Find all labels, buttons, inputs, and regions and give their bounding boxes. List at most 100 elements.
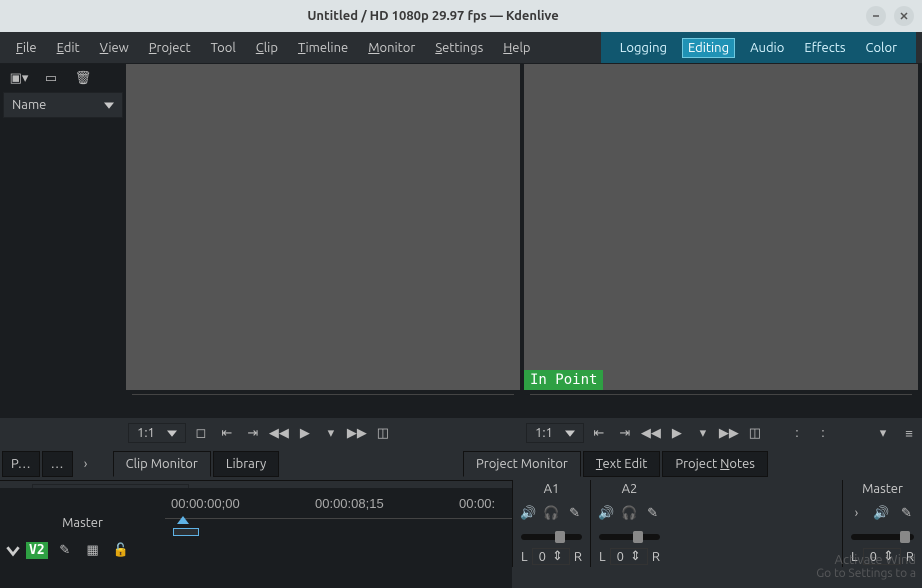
folder-icon[interactable]: ▭ xyxy=(40,67,62,89)
minimize-button[interactable] xyxy=(866,6,886,26)
monitors-wrap: In Point xyxy=(126,64,922,390)
crop-icon[interactable]: ◫ xyxy=(744,422,766,444)
tab-p[interactable]: P… xyxy=(2,451,40,477)
effects-icon[interactable]: ✎ xyxy=(564,502,586,524)
balance-l: L xyxy=(521,550,528,564)
master-label[interactable]: Master xyxy=(0,510,165,536)
volume-icon[interactable]: 🔊 xyxy=(595,502,617,524)
rewind-icon[interactable]: ◀◀ xyxy=(268,422,290,444)
project-monitor-ruler[interactable] xyxy=(524,390,922,418)
mode-audio[interactable]: Audio xyxy=(745,39,789,57)
tab-text-edit[interactable]: Text Edit xyxy=(583,451,661,477)
zoom-label: 1:1 xyxy=(535,426,553,440)
volume-icon[interactable]: 🔊 xyxy=(517,502,539,524)
prev-keyframe-icon[interactable]: ⇤ xyxy=(588,422,610,444)
volume-icon[interactable]: 🔊 xyxy=(872,502,891,524)
channel-slider[interactable] xyxy=(599,534,660,540)
menu-file[interactable]: File xyxy=(6,37,47,59)
balance-l: L xyxy=(599,550,606,564)
prev-keyframe-icon[interactable]: ⇤ xyxy=(216,422,238,444)
fast-forward-icon[interactable]: ▶▶ xyxy=(718,422,740,444)
effects-icon[interactable]: ✎ xyxy=(54,539,76,561)
channel-label: A2 xyxy=(591,480,668,498)
menu-clip[interactable]: Clip xyxy=(246,37,288,59)
effects-icon[interactable]: ✎ xyxy=(897,502,916,524)
track-headers: Master V2 ✎ ▦ 🔓 xyxy=(0,488,165,588)
headphones-icon[interactable]: 🎧 xyxy=(618,502,640,524)
headphones-icon[interactable]: 🎧 xyxy=(540,502,562,524)
mode-effects[interactable]: Effects xyxy=(799,39,850,57)
effects-icon[interactable]: ✎ xyxy=(642,502,664,524)
tab-library[interactable]: Library xyxy=(213,451,279,477)
marker-icon[interactable]: : xyxy=(812,422,834,444)
menu-project[interactable]: Project xyxy=(139,37,201,59)
marker-icon[interactable]: : xyxy=(786,422,808,444)
clip-monitor-ruler[interactable] xyxy=(126,390,524,418)
audio-channel-a2: A2 🔊 🎧 ✎ L 0⇕ R xyxy=(590,480,668,567)
channel-slider[interactable] xyxy=(851,534,914,540)
clip-monitor-controls: 1:1 ◻ ⇤ ⇥ ◀◀ ▶ ▾ ▶▶ ◫ xyxy=(126,418,524,448)
channel-slider[interactable] xyxy=(521,534,582,540)
add-clip-icon[interactable]: ▣▾ xyxy=(8,67,30,89)
chevron-down-icon xyxy=(565,428,575,438)
window-title: Untitled / HD 1080p 29.97 fps — Kdenlive xyxy=(8,9,858,23)
timeline-canvas[interactable]: 00:00:00;00 00:00:08;15 00:00: xyxy=(165,488,512,588)
menu-tool[interactable]: Tool xyxy=(201,37,246,59)
balance-value[interactable]: 0⇕ xyxy=(532,548,570,565)
rewind-icon[interactable]: ◀◀ xyxy=(640,422,662,444)
channel-label: Master xyxy=(843,480,922,498)
play-menu-icon[interactable]: ▾ xyxy=(320,422,342,444)
right-tabs: Project Monitor Text Edit Project Notes xyxy=(461,448,922,480)
film-icon[interactable]: ▦ xyxy=(82,539,104,561)
chevron-right-icon[interactable]: › xyxy=(847,502,866,524)
menu-timeline[interactable]: Timeline xyxy=(288,37,358,59)
menu-monitor[interactable]: Monitor xyxy=(358,37,425,59)
fast-forward-icon[interactable]: ▶▶ xyxy=(346,422,368,444)
playhead-icon[interactable] xyxy=(177,516,189,524)
options-icon[interactable]: ▾ xyxy=(872,422,894,444)
mode-logging[interactable]: Logging xyxy=(615,39,672,57)
tab-project-notes[interactable]: Project Notes xyxy=(662,451,768,477)
balance-r: R xyxy=(652,550,660,564)
mode-editing[interactable]: Editing xyxy=(682,38,735,58)
timecode: 00:00:08;15 xyxy=(315,496,384,511)
menu-view[interactable]: View xyxy=(90,37,139,59)
chevron-down-icon xyxy=(104,100,114,110)
zoom-select[interactable]: 1:1 xyxy=(526,423,584,443)
next-keyframe-icon[interactable]: ⇥ xyxy=(242,422,264,444)
mode-color[interactable]: Color xyxy=(861,39,903,57)
chevron-down-icon[interactable] xyxy=(6,543,20,557)
timeline-ruler[interactable]: 00:00:00;00 00:00:08;15 00:00: xyxy=(165,488,512,532)
chevron-right-icon[interactable]: › xyxy=(75,453,97,475)
timecode: 00:00: xyxy=(459,496,495,511)
play-icon[interactable]: ▶ xyxy=(666,422,688,444)
in-point-badge: In Point xyxy=(524,370,603,390)
balance-value[interactable]: 0⇕ xyxy=(863,548,901,565)
lock-icon[interactable]: 🔓 xyxy=(110,539,132,561)
balance-value[interactable]: 0⇕ xyxy=(610,548,648,565)
hamburger-icon[interactable]: ≡ xyxy=(898,422,920,444)
balance-r: R xyxy=(906,550,914,564)
bin-column-name[interactable]: Name xyxy=(3,92,123,118)
tab-project-monitor[interactable]: Project Monitor xyxy=(463,451,581,477)
trash-icon[interactable]: 🗑 xyxy=(72,67,94,89)
clip-monitor-view[interactable] xyxy=(126,64,524,390)
balance-r: R xyxy=(574,550,582,564)
close-button[interactable] xyxy=(894,6,914,26)
tab-clip-monitor[interactable]: Clip Monitor xyxy=(113,451,211,477)
track-v2-header[interactable]: V2 ✎ ▦ 🔓 xyxy=(0,536,165,564)
play-menu-icon[interactable]: ▾ xyxy=(692,422,714,444)
zone-indicator[interactable] xyxy=(173,528,199,536)
play-icon[interactable]: ▶ xyxy=(294,422,316,444)
menu-edit[interactable]: Edit xyxy=(47,37,90,59)
bin-toolbar: ▣▾ ▭ 🗑 xyxy=(0,64,126,92)
menu-settings[interactable]: Settings xyxy=(425,37,493,59)
track-label: V2 xyxy=(26,542,48,559)
zoom-select[interactable]: 1:1 xyxy=(128,423,186,443)
tab-more[interactable]: … xyxy=(42,451,73,477)
zone-icon[interactable]: ◻ xyxy=(190,422,212,444)
crop-icon[interactable]: ◫ xyxy=(372,422,394,444)
next-keyframe-icon[interactable]: ⇥ xyxy=(614,422,636,444)
project-monitor-view[interactable]: In Point xyxy=(524,64,922,390)
menu-help[interactable]: Help xyxy=(493,37,540,59)
